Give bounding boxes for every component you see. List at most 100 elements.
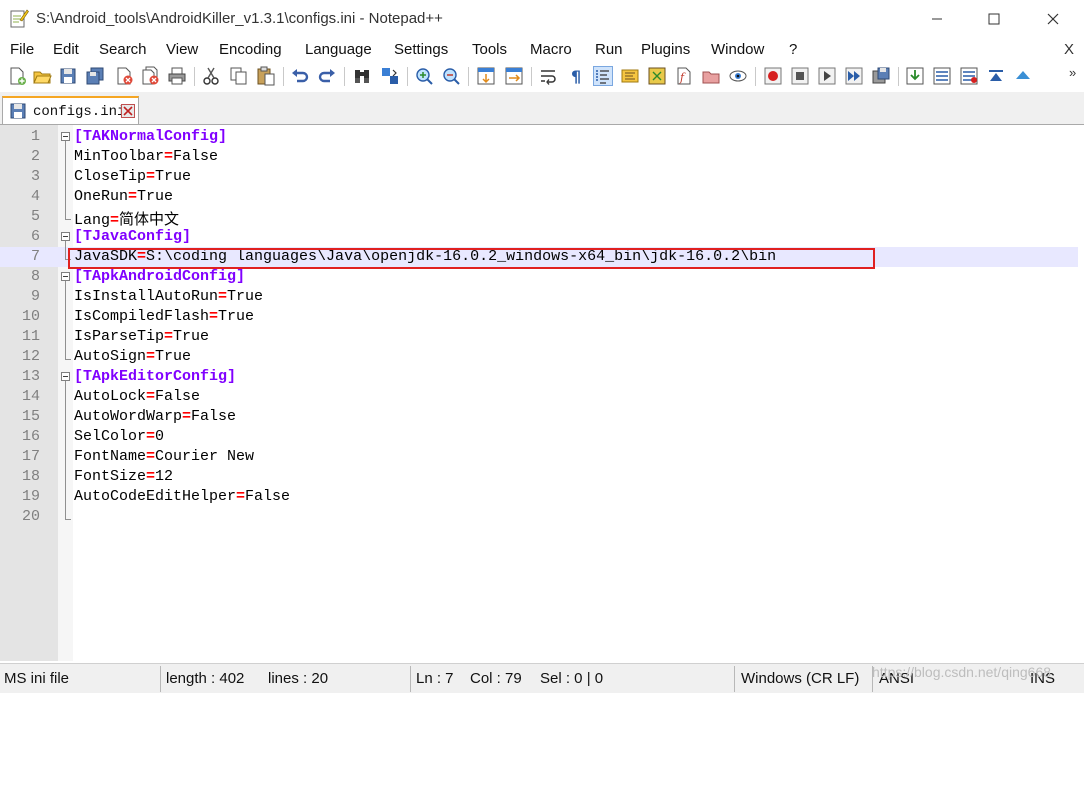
menu-tools[interactable]: Tools [472, 41, 507, 58]
print-icon[interactable] [167, 66, 187, 86]
code-line[interactable]: 1 [TAKNormalConfig] [0, 127, 1078, 147]
menu-file[interactable]: File [10, 41, 34, 58]
ini-value: 12 [155, 468, 174, 485]
code-line[interactable]: 8 [TApkAndroidConfig] [0, 267, 1078, 287]
doc-map-icon[interactable] [620, 66, 640, 86]
fold-toggle-icon[interactable] [61, 132, 70, 141]
code-line[interactable]: 17 FontName=Courier New [0, 447, 1078, 467]
vertical-scrollbar[interactable] [1078, 250, 1084, 786]
section-header: [TJavaConfig] [74, 228, 192, 245]
toolbar-separator [194, 67, 195, 86]
replace-icon[interactable] [380, 66, 400, 86]
redo-icon[interactable] [317, 66, 337, 86]
record-macro-icon[interactable] [763, 66, 783, 86]
menu-run[interactable]: Run [595, 41, 623, 58]
fold-toggle-icon[interactable] [61, 232, 70, 241]
word-wrap-icon[interactable] [539, 66, 559, 86]
scroll-top-icon[interactable] [986, 66, 1006, 86]
status-selection: Sel : 0 | 0 [540, 670, 604, 687]
code-line[interactable]: 19 AutoCodeEditHelper=False [0, 487, 1078, 507]
code-line[interactable]: 9 IsInstallAutoRun=True [0, 287, 1078, 307]
sync-vertical-icon[interactable] [476, 66, 496, 86]
minimize-button[interactable] [914, 6, 960, 32]
code-line[interactable]: 4 OneRun=True [0, 187, 1078, 207]
menu-search[interactable]: Search [99, 41, 147, 58]
code-line[interactable]: 16 SelColor=0 [0, 427, 1078, 447]
status-line: Ln : 7 [416, 670, 454, 687]
fold-guide-end [65, 219, 71, 220]
code-line[interactable]: 15 AutoWordWarp=False [0, 407, 1078, 427]
code-line[interactable]: 14 AutoLock=False [0, 387, 1078, 407]
zoom-out-icon[interactable] [441, 66, 461, 86]
close-all-icon[interactable] [140, 66, 160, 86]
new-file-icon[interactable] [7, 66, 27, 86]
save-macro-icon[interactable] [871, 66, 891, 86]
menu-settings[interactable]: Settings [394, 41, 448, 58]
ini-value: True [155, 348, 192, 365]
code-line[interactable]: 10 IsCompiledFlash=True [0, 307, 1078, 327]
fold-toggle-icon[interactable] [61, 272, 70, 281]
code-line[interactable]: 5 Lang=简体中文 [0, 207, 1078, 229]
editor-pane[interactable]: 1 [TAKNormalConfig] 2 MinToolbar=False 3 Clos… [0, 125, 1084, 786]
paste-icon[interactable] [256, 66, 276, 86]
menu-encoding[interactable]: Encoding [219, 41, 282, 58]
save-icon[interactable] [58, 66, 78, 86]
lines-check-icon[interactable] [959, 66, 979, 86]
close-icon[interactable] [114, 66, 134, 86]
undo-icon[interactable] [290, 66, 310, 86]
monitoring-icon[interactable] [728, 66, 748, 86]
status-eol[interactable]: Windows (CR LF) [741, 670, 859, 687]
code-line[interactable]: 6 [TJavaConfig] [0, 227, 1078, 247]
zoom-in-icon[interactable] [414, 66, 434, 86]
code-text: IsInstallAutoRun=True [74, 288, 263, 305]
cut-icon[interactable] [201, 66, 221, 86]
code-text: [TApkAndroidConfig] [74, 268, 245, 285]
sync-horizontal-icon[interactable] [504, 66, 524, 86]
close-document-button[interactable]: X [1064, 41, 1074, 58]
spell-check-icon[interactable]: f [674, 66, 694, 86]
code-line[interactable]: 18 FontSize=12 [0, 467, 1078, 487]
menu-help[interactable]: ? [789, 41, 797, 58]
tab-configs-ini[interactable]: configs.ini [2, 96, 139, 124]
fold-guide [65, 281, 66, 359]
toolbar-overflow-chevron-icon[interactable]: » [1069, 65, 1076, 80]
fold-toggle-icon[interactable] [61, 372, 70, 381]
function-list-icon[interactable] [647, 66, 667, 86]
title-bar: S:\Android_tools\AndroidKiller_v1.3.1\co… [0, 0, 1084, 38]
code-line[interactable]: 3 CloseTip=True [0, 167, 1078, 187]
menu-plugins[interactable]: Plugins [641, 41, 690, 58]
folder-as-workspace-icon[interactable] [701, 66, 721, 86]
lines-icon[interactable] [932, 66, 952, 86]
copy-icon[interactable] [229, 66, 249, 86]
ini-equals: = [236, 488, 246, 505]
toolbar-separator [531, 67, 532, 86]
playback-macro-icon[interactable] [817, 66, 837, 86]
menu-view[interactable]: View [166, 41, 198, 58]
ini-value: True [173, 328, 210, 345]
menu-edit[interactable]: Edit [53, 41, 79, 58]
indent-guide-icon[interactable] [593, 66, 613, 86]
arrow-up-icon[interactable] [1013, 66, 1033, 86]
code-line[interactable]: 12 AutoSign=True [0, 347, 1078, 367]
save-all-icon[interactable] [85, 66, 105, 86]
maximize-button[interactable] [971, 6, 1017, 32]
code-line[interactable]: 20 [0, 507, 1078, 527]
code-text: IsCompiledFlash=True [74, 308, 254, 325]
menu-macro[interactable]: Macro [530, 41, 572, 58]
ini-equals: = [146, 428, 156, 445]
close-tab-icon[interactable] [121, 104, 135, 123]
stop-record-icon[interactable] [790, 66, 810, 86]
show-all-chars-icon[interactable]: ¶ [566, 66, 586, 86]
find-icon[interactable] [352, 66, 372, 86]
menu-language[interactable]: Language [305, 41, 372, 58]
open-file-icon[interactable] [32, 66, 52, 86]
line-number: 16 [21, 428, 40, 445]
line-number: 2 [30, 148, 40, 165]
run-macro-multiple-icon[interactable] [844, 66, 864, 86]
close-window-button[interactable] [1030, 6, 1076, 32]
code-line[interactable]: 11 IsParseTip=True [0, 327, 1078, 347]
code-line[interactable]: 13 [TApkEditorConfig] [0, 367, 1078, 387]
download-icon[interactable] [905, 66, 925, 86]
code-line[interactable]: 2 MinToolbar=False [0, 147, 1078, 167]
menu-window[interactable]: Window [711, 41, 764, 58]
